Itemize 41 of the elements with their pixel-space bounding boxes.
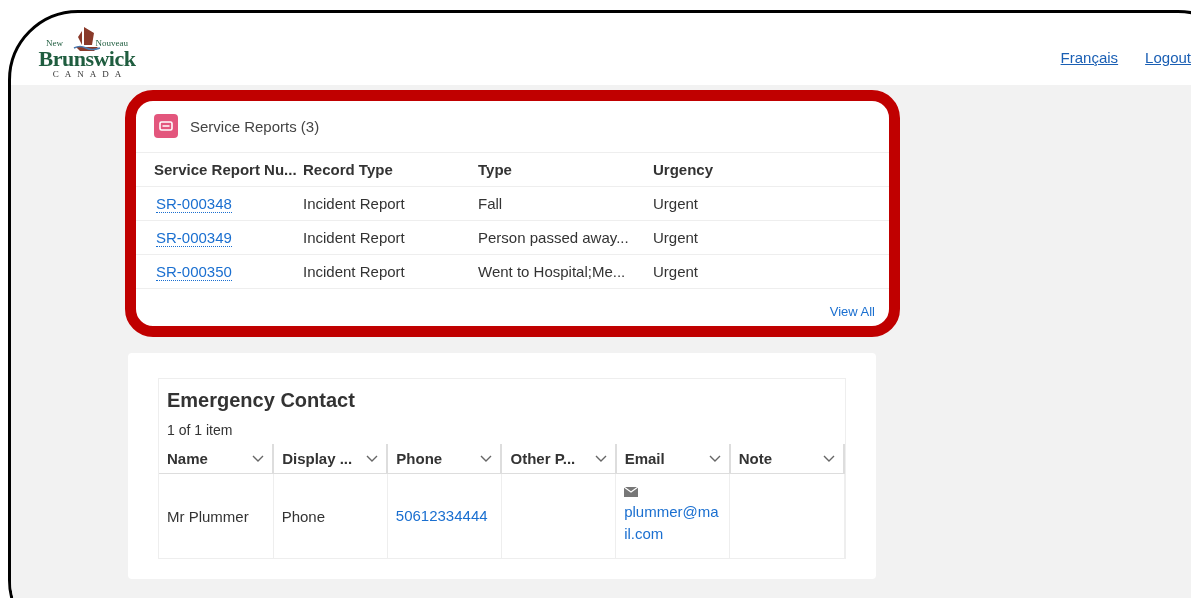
chevron-down-icon[interactable] (366, 454, 379, 463)
table-cell: Fall (478, 186, 653, 221)
column-header: Display ... (282, 450, 353, 467)
view-all-link[interactable]: View All (829, 304, 875, 319)
table-cell: Incident Report (303, 220, 478, 255)
column-header: Phone (396, 450, 443, 467)
table-cell: Went to Hospital;Me... (478, 254, 653, 289)
column-header: Urgency (653, 153, 889, 187)
column-header: Name (167, 450, 208, 467)
table-cell: Urgent (653, 220, 889, 255)
table-cell: Phone (281, 507, 326, 525)
column-header: Email (624, 450, 665, 467)
card-title: Service Reports (3) (190, 117, 320, 135)
header-link[interactable]: Français (1060, 49, 1119, 66)
column-header: Other P... (510, 450, 576, 467)
chevron-down-icon[interactable] (480, 454, 493, 463)
table-cell: Person passed away... (478, 220, 653, 255)
header-link[interactable]: Logout (1145, 49, 1191, 66)
table-cell: Urgent (653, 254, 889, 289)
logo: New Nouveau Brunswick CANADA (38, 25, 136, 79)
table-cell: Mr Plummer (167, 507, 249, 525)
chevron-down-icon[interactable] (708, 454, 721, 463)
section-title: Emergency Contact (166, 388, 356, 413)
phone-link[interactable]: 50612334444 (395, 505, 493, 527)
email-link[interactable]: plummer@mail.com (624, 501, 722, 545)
report-link[interactable]: SR-000348 (156, 195, 232, 213)
column-header: Record Type (303, 153, 478, 187)
column-header: Type (478, 153, 653, 187)
table-cell: Incident Report (303, 186, 478, 221)
chevron-down-icon[interactable] (823, 454, 835, 463)
column-header: Service Report Nu... (136, 153, 303, 187)
chevron-down-icon[interactable] (252, 454, 265, 463)
report-link[interactable]: SR-000349 (156, 229, 232, 247)
table-cell: Urgent (653, 186, 889, 221)
report-link[interactable]: SR-000350 (156, 263, 232, 281)
report-icon (154, 114, 178, 138)
item-count: 1 of 1 item (166, 421, 234, 440)
envelope-icon (624, 487, 639, 498)
column-header: Note (738, 450, 773, 467)
table-cell: Incident Report (303, 254, 478, 289)
chevron-down-icon[interactable] (594, 454, 607, 463)
